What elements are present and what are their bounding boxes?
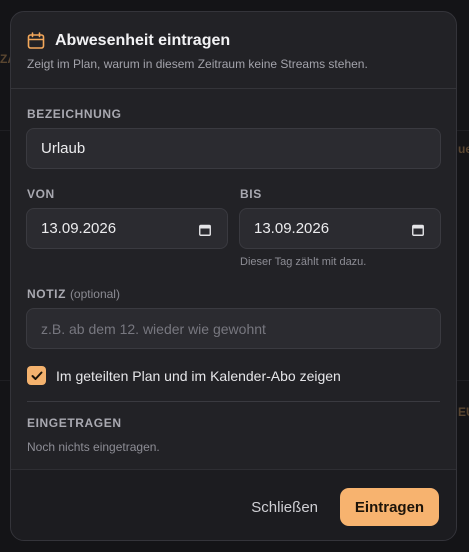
- name-input-value: Urlaub: [41, 140, 86, 157]
- note-label-text: NOTIZ: [27, 287, 66, 301]
- check-icon: [31, 371, 42, 380]
- absence-dialog: Abwesenheit eintragen Zeigt im Plan, war…: [10, 11, 457, 541]
- to-date-input[interactable]: 13.09.2026: [239, 208, 441, 249]
- note-optional-hint: (optional): [69, 287, 120, 301]
- from-date-input[interactable]: 13.09.2026: [26, 208, 228, 249]
- section-divider: [27, 401, 440, 402]
- note-input[interactable]: z.B. ab dem 12. wieder wie gewohnt: [26, 308, 441, 349]
- calendar-picker-icon[interactable]: [412, 223, 424, 236]
- existing-empty-text: Noch nichts eingetragen.: [27, 440, 160, 454]
- dialog-header: Abwesenheit eintragen Zeigt im Plan, war…: [11, 12, 456, 89]
- to-date-value: 13.09.2026: [254, 220, 330, 237]
- name-input[interactable]: Urlaub: [26, 128, 441, 169]
- dialog-title: Abwesenheit eintragen: [55, 32, 231, 49]
- share-checkbox[interactable]: [27, 366, 46, 385]
- to-label: BIS: [240, 187, 262, 201]
- backdrop-peek-text: ue: [458, 142, 469, 156]
- from-date-value: 13.09.2026: [41, 220, 117, 237]
- dialog-footer: Schließen Eintragen: [11, 469, 456, 540]
- to-date-hint: Dieser Tag zählt mit dazu.: [240, 256, 367, 268]
- note-input-placeholder: z.B. ab dem 12. wieder wie gewohnt: [41, 320, 266, 337]
- note-label: NOTIZ (optional): [27, 287, 120, 301]
- submit-button[interactable]: Eintragen: [340, 488, 439, 526]
- calendar-picker-icon[interactable]: [199, 223, 211, 236]
- close-button[interactable]: Schließen: [251, 499, 318, 516]
- from-label: VON: [27, 187, 55, 201]
- dialog-subtitle: Zeigt im Plan, warum in diesem Zeitraum …: [27, 57, 368, 71]
- existing-label: EINGETRAGEN: [27, 416, 122, 430]
- name-label: BEZEICHNUNG: [27, 107, 122, 121]
- backdrop-peek-text: EU: [458, 405, 469, 419]
- share-toggle-row[interactable]: Im geteilten Plan und im Kalender-Abo ze…: [27, 366, 341, 385]
- calendar-icon: [27, 32, 45, 50]
- dialog-title-row: Abwesenheit eintragen: [27, 32, 230, 50]
- share-checkbox-label[interactable]: Im geteilten Plan und im Kalender-Abo ze…: [56, 368, 341, 384]
